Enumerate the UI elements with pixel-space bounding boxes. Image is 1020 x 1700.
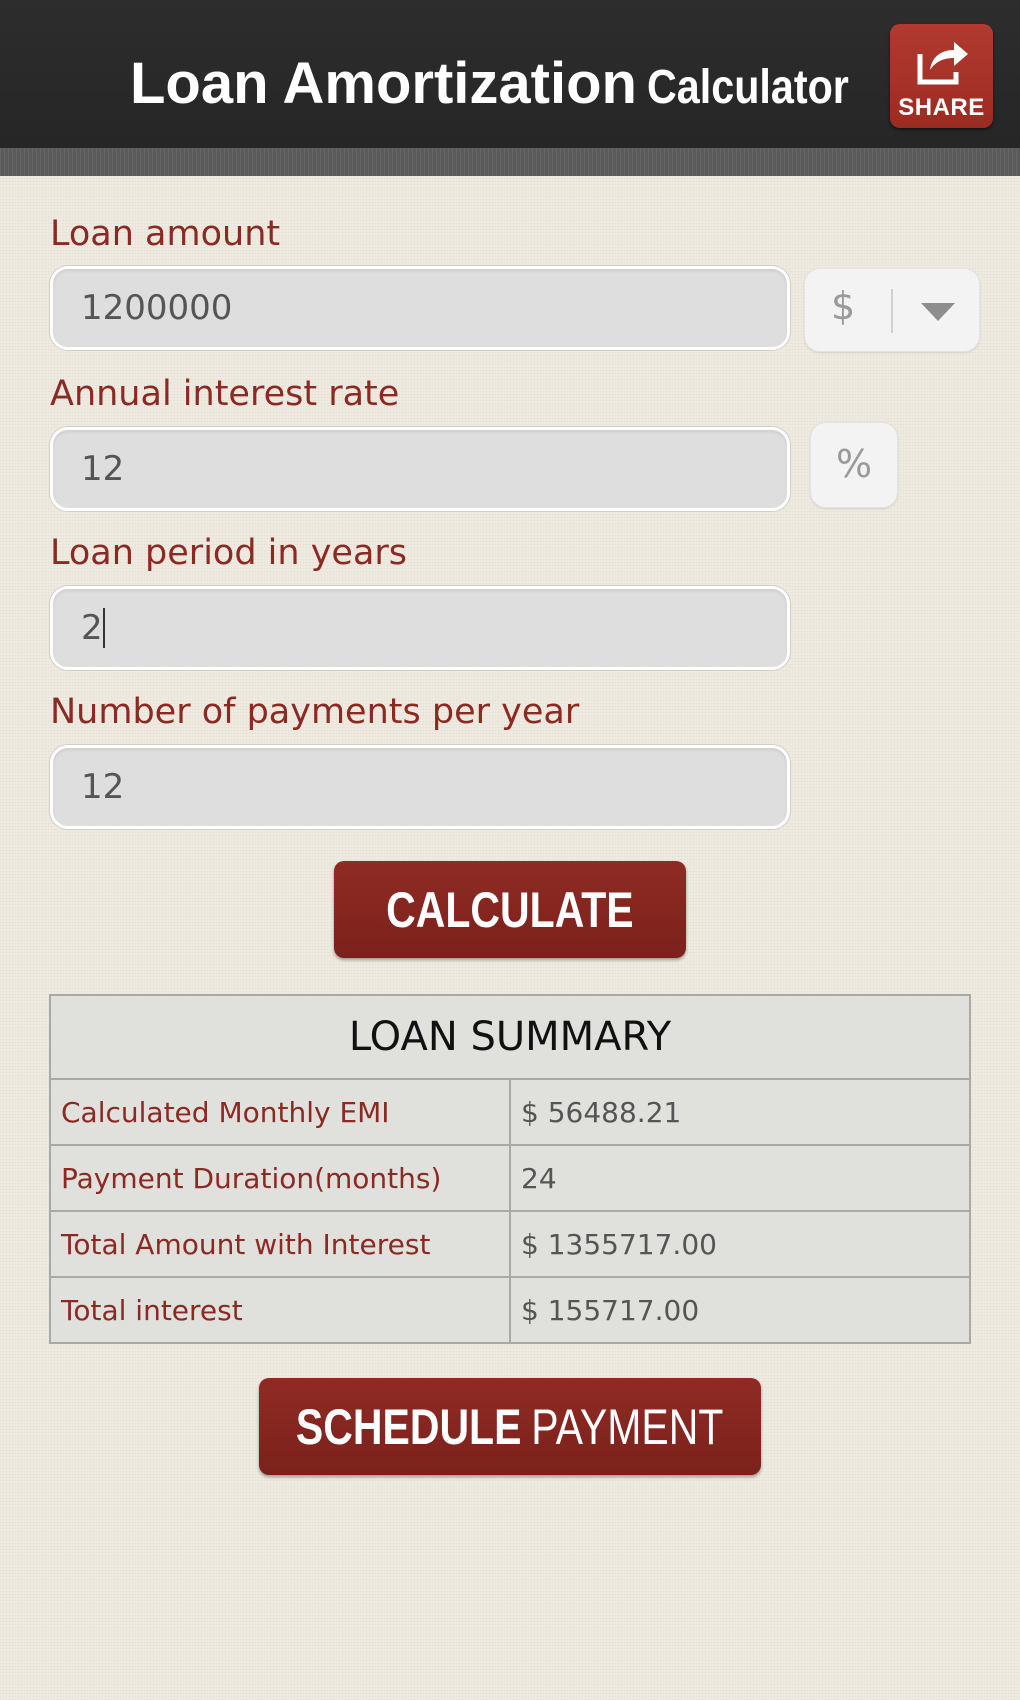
interest-rate-label: Annual interest rate [50, 374, 400, 414]
interest-rate-input[interactable] [50, 427, 790, 511]
summary-value-duration: 24 [509, 1144, 971, 1212]
summary-label-monthly-emi: Calculated Monthly EMI [49, 1078, 511, 1146]
app-title: Loan Amortization Calculator [130, 55, 882, 113]
summary-label-total-interest: Total interest [49, 1276, 511, 1344]
schedule-label-bold: SCHEDULE [296, 1398, 522, 1455]
table-row: Calculated Monthly EMI $ 56488.21 [49, 1078, 971, 1146]
loan-amount-input[interactable] [50, 266, 790, 350]
schedule-label-regular: PAYMENT [531, 1398, 724, 1455]
currency-divider [891, 289, 893, 333]
payments-per-year-label: Number of payments per year [50, 692, 580, 732]
currency-symbol: $ [831, 284, 856, 328]
share-label: SHARE [898, 94, 985, 121]
summary-label-duration: Payment Duration(months) [49, 1144, 511, 1212]
loan-period-label: Loan period in years [50, 533, 408, 573]
share-button[interactable]: SHARE [890, 24, 993, 128]
summary-value-total-interest: $ 155717.00 [509, 1276, 971, 1344]
currency-select[interactable]: $ [804, 268, 980, 352]
schedule-payment-label: SCHEDULE PAYMENT [296, 1398, 723, 1456]
loan-summary-table: LOAN SUMMARY Calculated Monthly EMI $ 56… [49, 994, 971, 1344]
loan-period-input[interactable]: 2 [50, 586, 790, 670]
header-strip [0, 148, 1020, 176]
payments-per-year-input[interactable] [50, 745, 790, 829]
loan-period-value: 2 [81, 608, 105, 648]
summary-header-row: LOAN SUMMARY [49, 994, 971, 1080]
calculate-label: CALCULATE [386, 881, 634, 938]
percent-unit: % [810, 422, 898, 508]
table-row: Total interest $ 155717.00 [49, 1276, 971, 1344]
table-row: Total Amount with Interest $ 1355717.00 [49, 1210, 971, 1278]
schedule-payment-button[interactable]: SCHEDULE PAYMENT [259, 1378, 761, 1475]
chevron-down-icon [921, 303, 955, 321]
percent-symbol: % [835, 442, 873, 486]
summary-value-monthly-emi: $ 56488.21 [509, 1078, 971, 1146]
table-row: Payment Duration(months) 24 [49, 1144, 971, 1212]
loan-amount-label: Loan amount [50, 214, 281, 254]
summary-title: LOAN SUMMARY [49, 994, 971, 1080]
summary-label-total-amount: Total Amount with Interest [49, 1210, 511, 1278]
calculate-button[interactable]: CALCULATE [334, 861, 686, 958]
app-header: Loan Amortization Calculator SHARE [0, 0, 1020, 148]
share-arrow-icon [917, 42, 968, 85]
summary-value-total-amount: $ 1355717.00 [509, 1210, 971, 1278]
app-title-main: Loan Amortization [130, 51, 637, 116]
app-title-sub: Calculator [646, 61, 849, 114]
